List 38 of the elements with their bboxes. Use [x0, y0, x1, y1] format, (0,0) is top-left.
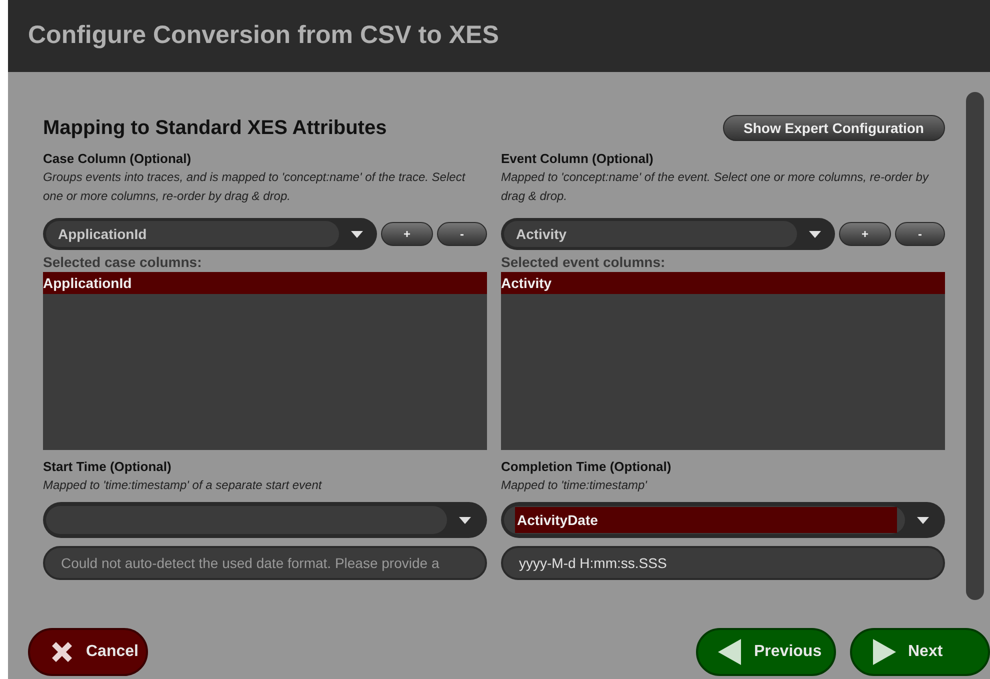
left-arrow-icon — [716, 638, 744, 666]
date-format-field[interactable]: yyyy-M-d H:mm:ss.SSS — [501, 546, 945, 580]
dropdown-value: ActivityDate — [515, 507, 897, 533]
column-dropdown[interactable]: Activity — [501, 218, 835, 250]
time-dropdown[interactable] — [43, 502, 487, 538]
list-item[interactable]: Activity — [501, 272, 945, 294]
remove-column-button[interactable]: - — [895, 222, 945, 246]
previous-button[interactable]: Previous — [696, 628, 836, 676]
scrollbar[interactable] — [966, 92, 984, 600]
field-label: Event Column (Optional) — [501, 150, 654, 168]
field-label: Start Time (Optional) — [43, 458, 172, 476]
field-description: Groups events into traces, and is mapped to 'concept:name' of the trace. Select one or more columns, re-order by drag & drop. — [43, 169, 466, 205]
date-format-field[interactable]: Could not auto-detect the used date format. Please provide a — [43, 546, 487, 580]
expert-configuration-button[interactable]: Show Expert Configuration — [722, 115, 945, 141]
section-heading: Mapping to Standard XES Attributes — [43, 116, 387, 141]
dropdown-caret-icon — [351, 230, 363, 238]
list-item[interactable]: ApplicationId — [43, 272, 487, 294]
dropdown-value: Activity — [516, 224, 567, 244]
field-description: Mapped to 'time:timestamp' of a separate start event — [43, 477, 323, 494]
field-label: Case Column (Optional) — [43, 150, 192, 168]
field-label: Completion Time (Optional) — [501, 458, 672, 476]
list-label: Selected event columns: — [501, 253, 666, 272]
right-arrow-icon — [870, 638, 898, 666]
dropdown-caret-icon — [809, 230, 821, 238]
dropdown-caret-icon — [917, 516, 929, 524]
cancel-button[interactable]: Cancel — [28, 628, 148, 676]
time-dropdown[interactable]: ActivityDate — [501, 502, 945, 538]
next-button[interactable]: Next — [850, 628, 990, 676]
dropdown-value: ApplicationId — [58, 224, 147, 244]
list-label: Selected case columns: — [43, 253, 203, 272]
field-description: Mapped to 'time:timestamp' — [501, 477, 648, 494]
column-dropdown[interactable]: ApplicationId — [43, 218, 377, 250]
dropdown-caret-icon — [459, 516, 471, 524]
remove-column-button[interactable]: - — [437, 222, 487, 246]
add-column-button[interactable]: + — [381, 222, 433, 246]
field-description: Mapped to 'concept:name' of the event. Select one or more columns, re-order by drag & drop. — [501, 169, 930, 205]
add-column-button[interactable]: + — [839, 222, 891, 246]
window-title: Configure Conversion from CSV to XES — [28, 20, 499, 52]
